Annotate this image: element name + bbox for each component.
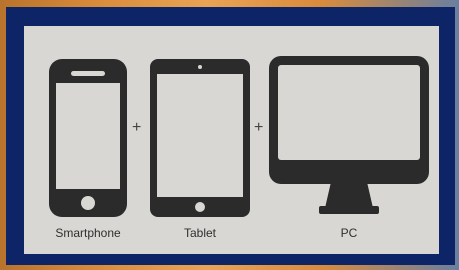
pc-label: PC [340, 226, 358, 240]
plus-separator: + [132, 119, 142, 136]
monitor-icon [269, 56, 429, 214]
device-panel: Smartphone + Tablet + PC [24, 26, 439, 254]
smartphone-icon [49, 59, 127, 217]
smartphone-label: Smartphone [55, 226, 121, 240]
outer-frame: Smartphone + Tablet + PC [6, 7, 455, 265]
tablet-label: Tablet [183, 226, 217, 240]
plus-separator: + [254, 119, 264, 136]
tablet-icon [150, 59, 250, 217]
